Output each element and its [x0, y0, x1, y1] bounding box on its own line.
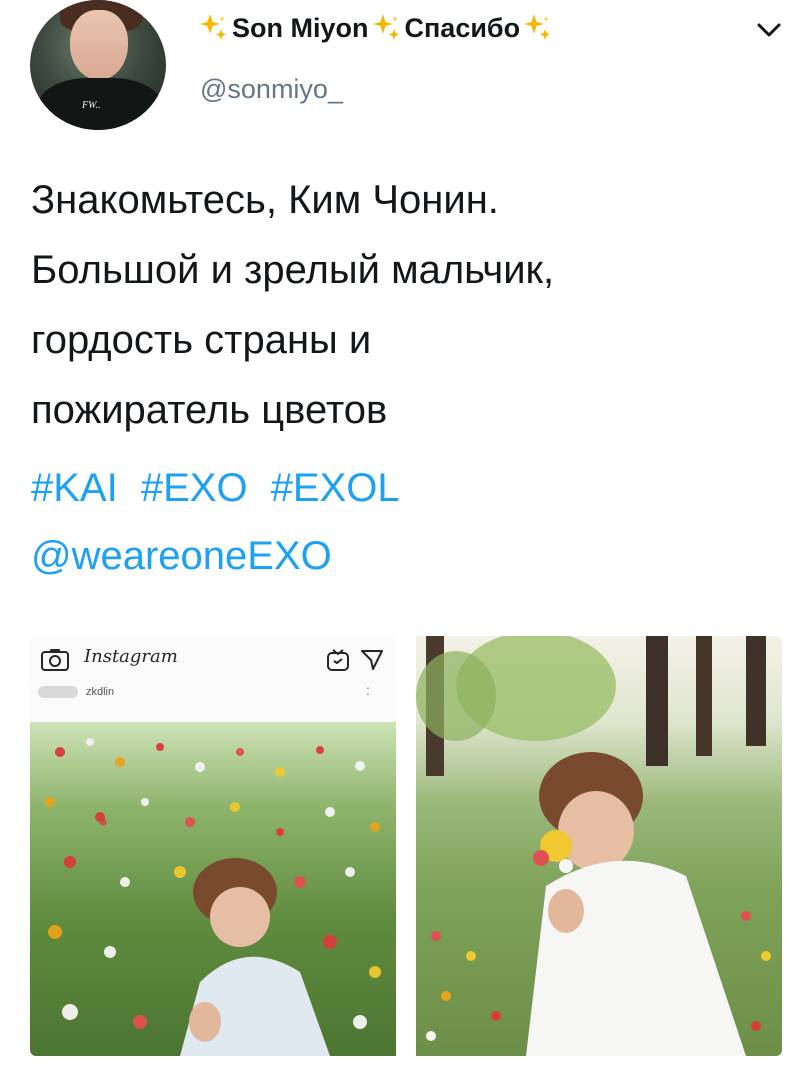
- instagram-post-user: zkdlin: [86, 686, 115, 698]
- sparkle-icon: [200, 14, 226, 40]
- hashtag-exo[interactable]: #EXO: [141, 466, 248, 510]
- media-image-right[interactable]: [416, 636, 782, 1056]
- tweet-text-line-4: пожиратель цветов: [31, 388, 388, 432]
- tweet: FW.. Son Miyon Спасибо @sonmiyo_ Знакомь…: [0, 0, 812, 1080]
- chevron-down-icon[interactable]: [756, 20, 782, 40]
- avatar-shirt-print: FW..: [82, 100, 101, 111]
- display-name-part2: Спасибо: [404, 12, 521, 43]
- sparkle-icon: [372, 14, 399, 40]
- more-options: :: [366, 682, 370, 698]
- user-handle[interactable]: @sonmiyo_: [200, 74, 343, 105]
- instagram-header: Instagram: [30, 636, 396, 683]
- display-name[interactable]: Son Miyon Спасибо: [198, 8, 554, 48]
- display-name-part1: Son Miyon: [232, 12, 369, 43]
- tweet-text-line-2: Большой и зрелый мальчик,: [31, 248, 555, 292]
- instagram-title: Instagram: [84, 646, 178, 667]
- igtv-icon: [327, 649, 349, 671]
- flower-eating-photo: [416, 636, 771, 1056]
- flower-field-photo: [30, 722, 396, 1056]
- tweet-text-line-3: гордость страны и: [31, 318, 372, 362]
- sparkle-icon: [524, 14, 551, 40]
- media-image-left[interactable]: Instagram zkdlin :: [30, 636, 396, 1056]
- camera-icon: [41, 649, 69, 671]
- hashtag-kai[interactable]: #KAI: [31, 466, 118, 510]
- mention-link[interactable]: @weareoneEXO: [31, 528, 332, 584]
- hashtag-exol[interactable]: #EXOL: [271, 466, 400, 510]
- instagram-post-header: zkdlin :: [30, 682, 396, 722]
- avatar[interactable]: FW..: [30, 0, 166, 130]
- hashtag-line: #KAI #EXO #EXOL: [31, 460, 412, 516]
- send-icon: [361, 650, 383, 670]
- tweet-text-line-1: Знакомьтесь, Ким Чонин.: [31, 178, 499, 222]
